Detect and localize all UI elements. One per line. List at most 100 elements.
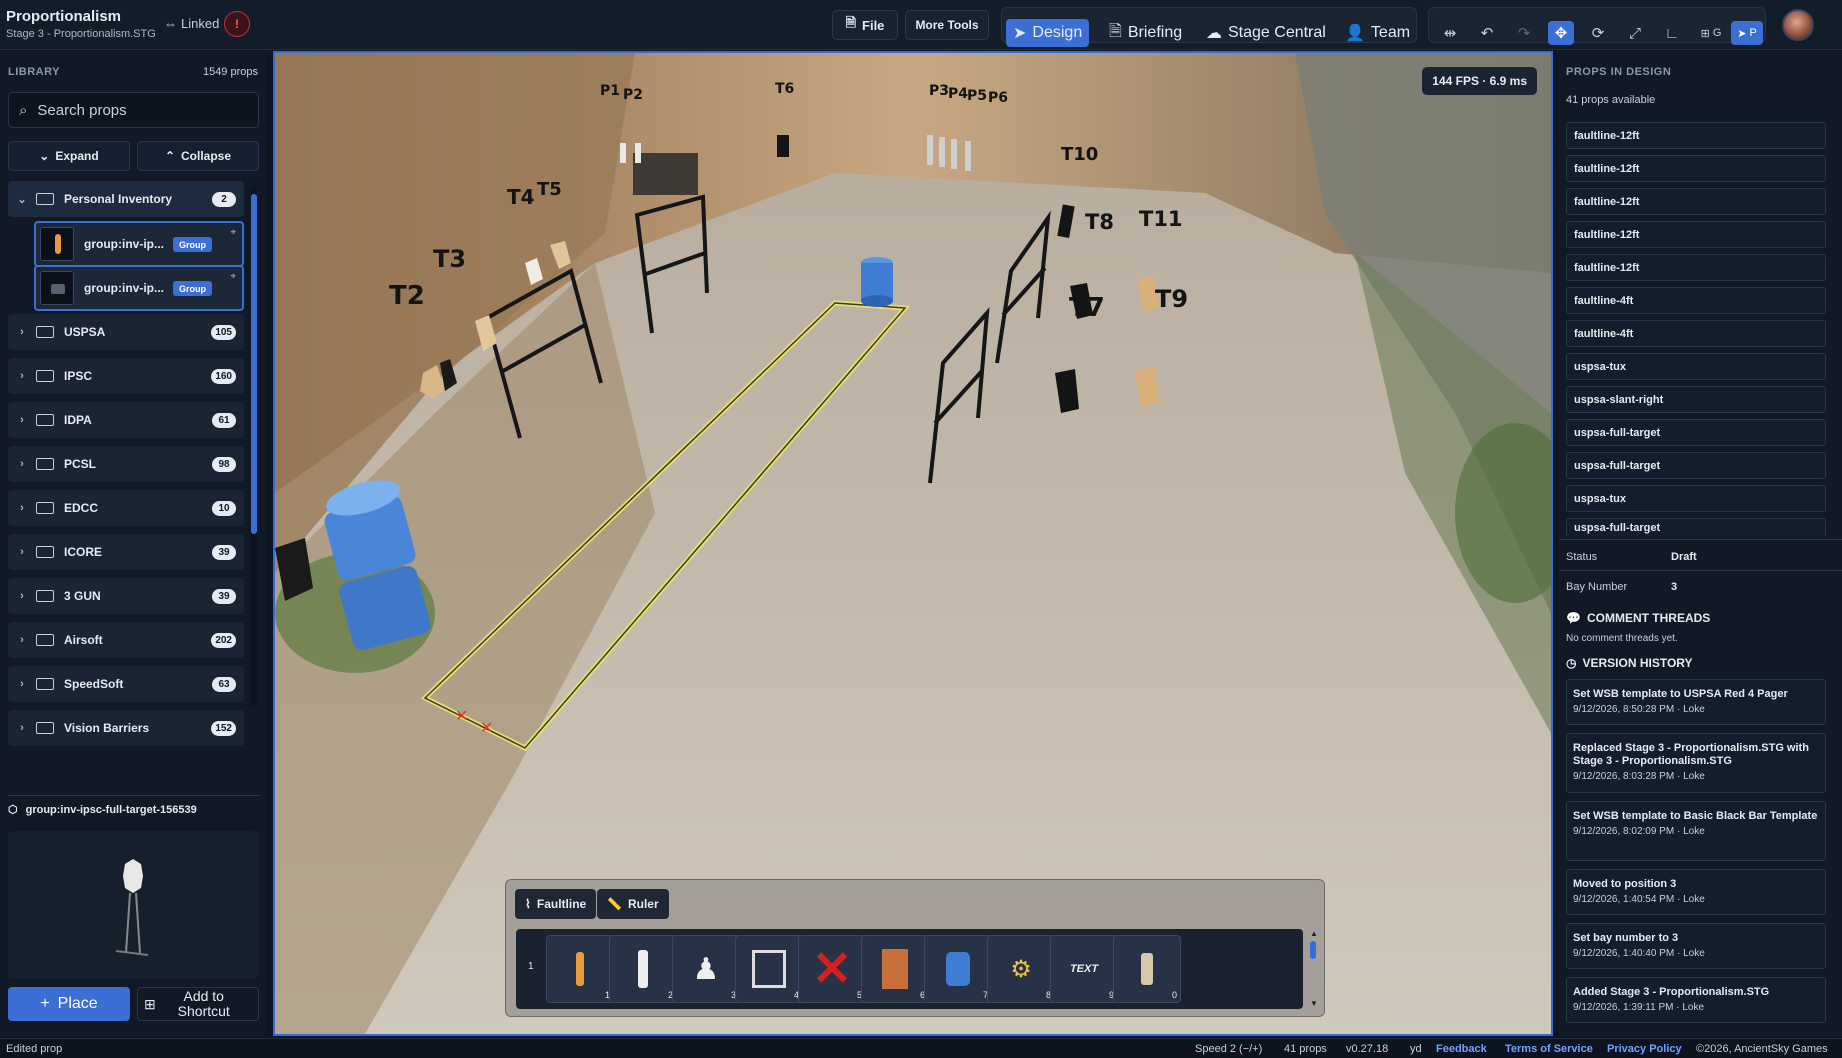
- hotbar-slot[interactable]: TEXT 9: [1050, 935, 1118, 1003]
- expand-button[interactable]: ⌄ Expand: [8, 141, 130, 171]
- folder-idpa[interactable]: › IDPA 61: [8, 402, 244, 438]
- folder-label: 3 GUN: [64, 589, 101, 603]
- chevron-right-icon: ›: [20, 502, 24, 514]
- tab-briefing[interactable]: 🗎 Briefing: [1102, 19, 1189, 47]
- prop-list-item[interactable]: faultline-12ft: [1566, 254, 1826, 281]
- hotbar-slot[interactable]: 0: [1113, 935, 1181, 1003]
- chevron-right-icon: ›: [20, 546, 24, 558]
- inventory-item[interactable]: group:inv-ip... Group ⌖: [34, 221, 244, 267]
- folder-personal-inventory[interactable]: ⌄ Personal Inventory 2: [8, 181, 244, 217]
- linked-status[interactable]: ⇔ Linked: [164, 16, 219, 31]
- version-entry[interactable]: Replaced Stage 3 - Proportionalism.STG w…: [1566, 733, 1826, 793]
- hotbar-slot[interactable]: ✕ 5: [798, 935, 866, 1003]
- bay-value[interactable]: 3: [1671, 581, 1677, 593]
- scroll-thumb[interactable]: [251, 194, 257, 534]
- redo-icon[interactable]: ↷: [1511, 21, 1537, 45]
- tool-group: ⇹ ↶ ↷ ✥ ⟳ ⤢ ∟ ⊞ G ➤ P: [1428, 7, 1766, 45]
- version-entry[interactable]: Set bay number to 3 9/12/2026, 1:40:40 PM…: [1566, 923, 1826, 969]
- hotbar-slot[interactable]: 4: [735, 935, 803, 1003]
- status-value[interactable]: Draft: [1671, 551, 1697, 563]
- prop-list-item[interactable]: uspsa-full-target: [1566, 518, 1826, 536]
- prop-list-item[interactable]: uspsa-slant-right: [1566, 386, 1826, 413]
- hotbar-slot[interactable]: ♟ 3: [672, 935, 740, 1003]
- folder-count: 98: [212, 457, 236, 472]
- hotbar-slot[interactable]: 2: [609, 935, 677, 1003]
- folder-uspsa[interactable]: › USPSA 105: [8, 314, 244, 350]
- prop-list-item[interactable]: faultline-12ft: [1566, 122, 1826, 149]
- mirror-icon[interactable]: ⇹: [1437, 21, 1463, 45]
- version-entry[interactable]: Set WSB template to Basic Black Bar Temp…: [1566, 801, 1826, 861]
- grid-toggle[interactable]: ⊞ G: [1696, 21, 1726, 45]
- version-entry[interactable]: Set WSB template to USPSA Red 4 Pager 9/1…: [1566, 679, 1826, 725]
- version-entry[interactable]: Moved to position 3 9/12/2026, 1:40:54 PM…: [1566, 869, 1826, 915]
- folder-3gun[interactable]: › 3 GUN 39: [8, 578, 244, 614]
- snap-toggle[interactable]: ➤ P: [1731, 21, 1763, 45]
- inventory-item[interactable]: group:inv-ip... Group ⌖: [34, 265, 244, 311]
- hotbar-slot[interactable]: 7: [924, 935, 992, 1003]
- place-button[interactable]: + Place: [8, 987, 130, 1021]
- prop-list-item[interactable]: uspsa-tux: [1566, 353, 1826, 380]
- target-label: P4: [948, 86, 969, 102]
- feedback-link[interactable]: Feedback: [1436, 1043, 1487, 1055]
- prop-list-item[interactable]: faultline-12ft: [1566, 221, 1826, 248]
- prop-list-item[interactable]: faultline-12ft: [1566, 188, 1826, 215]
- hotbar-slot[interactable]: ⚙ 8: [987, 935, 1055, 1003]
- tab-design[interactable]: ➤ Design: [1006, 19, 1090, 47]
- prop-list-item[interactable]: uspsa-full-target: [1566, 419, 1826, 446]
- file-button[interactable]: 🗎 File: [832, 10, 898, 40]
- faultline-tool-button[interactable]: ⌇ Faultline: [515, 889, 597, 919]
- folder-airsoft[interactable]: › Airsoft 202: [8, 622, 244, 658]
- folder-icore[interactable]: › ICORE 39: [8, 534, 244, 570]
- terms-link[interactable]: Terms of Service: [1505, 1043, 1593, 1055]
- hotbar-slot[interactable]: 1: [546, 935, 614, 1003]
- shortcut-hotbar: ⌇ Faultline 📏 Ruler 1 1 2 ♟ 3 4 ✕ 5 6 7 ⚙ 8 T…: [505, 879, 1325, 1017]
- scale-icon[interactable]: ⤢: [1622, 21, 1648, 45]
- speed-indicator[interactable]: Speed 2 (−/+): [1195, 1043, 1262, 1055]
- comments-empty: No comment threads yet.: [1566, 633, 1678, 644]
- folder-label: Personal Inventory: [64, 192, 173, 206]
- privacy-link[interactable]: Privacy Policy: [1607, 1043, 1682, 1055]
- folder-edcc[interactable]: › EDCC 10: [8, 490, 244, 526]
- ruler-tool-button[interactable]: 📏 Ruler: [597, 889, 669, 919]
- folder-label: ICORE: [64, 545, 103, 559]
- svg-text:✕: ✕: [455, 706, 468, 725]
- hotbar-scrollbar[interactable]: ▲ ▼: [1309, 929, 1318, 1009]
- angle-icon[interactable]: ∟: [1659, 21, 1685, 45]
- warning-icon[interactable]: !: [224, 11, 250, 37]
- chevron-right-icon: ›: [20, 590, 24, 602]
- prop-list-item[interactable]: uspsa-full-target: [1566, 452, 1826, 479]
- tab-team[interactable]: 👤 Team: [1338, 19, 1417, 47]
- avatar[interactable]: [1782, 9, 1814, 41]
- activator-icon: ⚙: [1010, 955, 1032, 983]
- scroll-thumb[interactable]: [1310, 941, 1316, 959]
- rotate-icon[interactable]: ⟳: [1585, 21, 1611, 45]
- folder-vision-barriers[interactable]: › Vision Barriers 152: [8, 710, 244, 746]
- tab-stage-central[interactable]: ☁ Stage Central: [1199, 19, 1333, 47]
- collapse-button[interactable]: ⌃ Collapse: [137, 141, 259, 171]
- prop-list-item[interactable]: faultline-4ft: [1566, 287, 1826, 314]
- 3d-viewport[interactable]: ✕ ✕ 144 FPS · 6.9 ms P1 P2 T6 P3 P4 P5 P…: [273, 51, 1553, 1036]
- folder-ipsc[interactable]: › IPSC 160: [8, 358, 244, 394]
- add-to-shortcut-button[interactable]: ⊞ Add to Shortcut: [137, 987, 259, 1021]
- move-icon[interactable]: ✥: [1548, 21, 1574, 45]
- collapse-icon: ⌃: [164, 149, 176, 163]
- scroll-down-icon[interactable]: ▼: [1310, 999, 1318, 1008]
- pin-icon[interactable]: ⌖: [230, 271, 236, 282]
- version-entry[interactable]: Added Stage 3 - Proportionalism.STG 9/12/…: [1566, 977, 1826, 1023]
- folder-speedsoft[interactable]: › SpeedSoft 63: [8, 666, 244, 702]
- hotbar-slot[interactable]: 6: [861, 935, 929, 1003]
- prop-list-item[interactable]: faultline-4ft: [1566, 320, 1826, 347]
- library-scrollbar[interactable]: [251, 186, 257, 706]
- folder-pcsl[interactable]: › PCSL 98: [8, 446, 244, 482]
- more-tools-button[interactable]: More Tools: [905, 10, 989, 40]
- prop-list-item[interactable]: faultline-12ft: [1566, 155, 1826, 182]
- scroll-up-icon[interactable]: ▲: [1310, 929, 1318, 938]
- units-indicator[interactable]: yd: [1410, 1043, 1422, 1055]
- search-input[interactable]: [37, 101, 238, 119]
- folder-icon: [36, 678, 54, 690]
- fps-readout: 144 FPS · 6.9 ms: [1422, 67, 1537, 95]
- prop-list-item[interactable]: uspsa-tux: [1566, 485, 1826, 512]
- undo-icon[interactable]: ↶: [1474, 21, 1500, 45]
- pin-icon[interactable]: ⌖: [230, 227, 236, 238]
- status-key: Status: [1566, 551, 1598, 563]
